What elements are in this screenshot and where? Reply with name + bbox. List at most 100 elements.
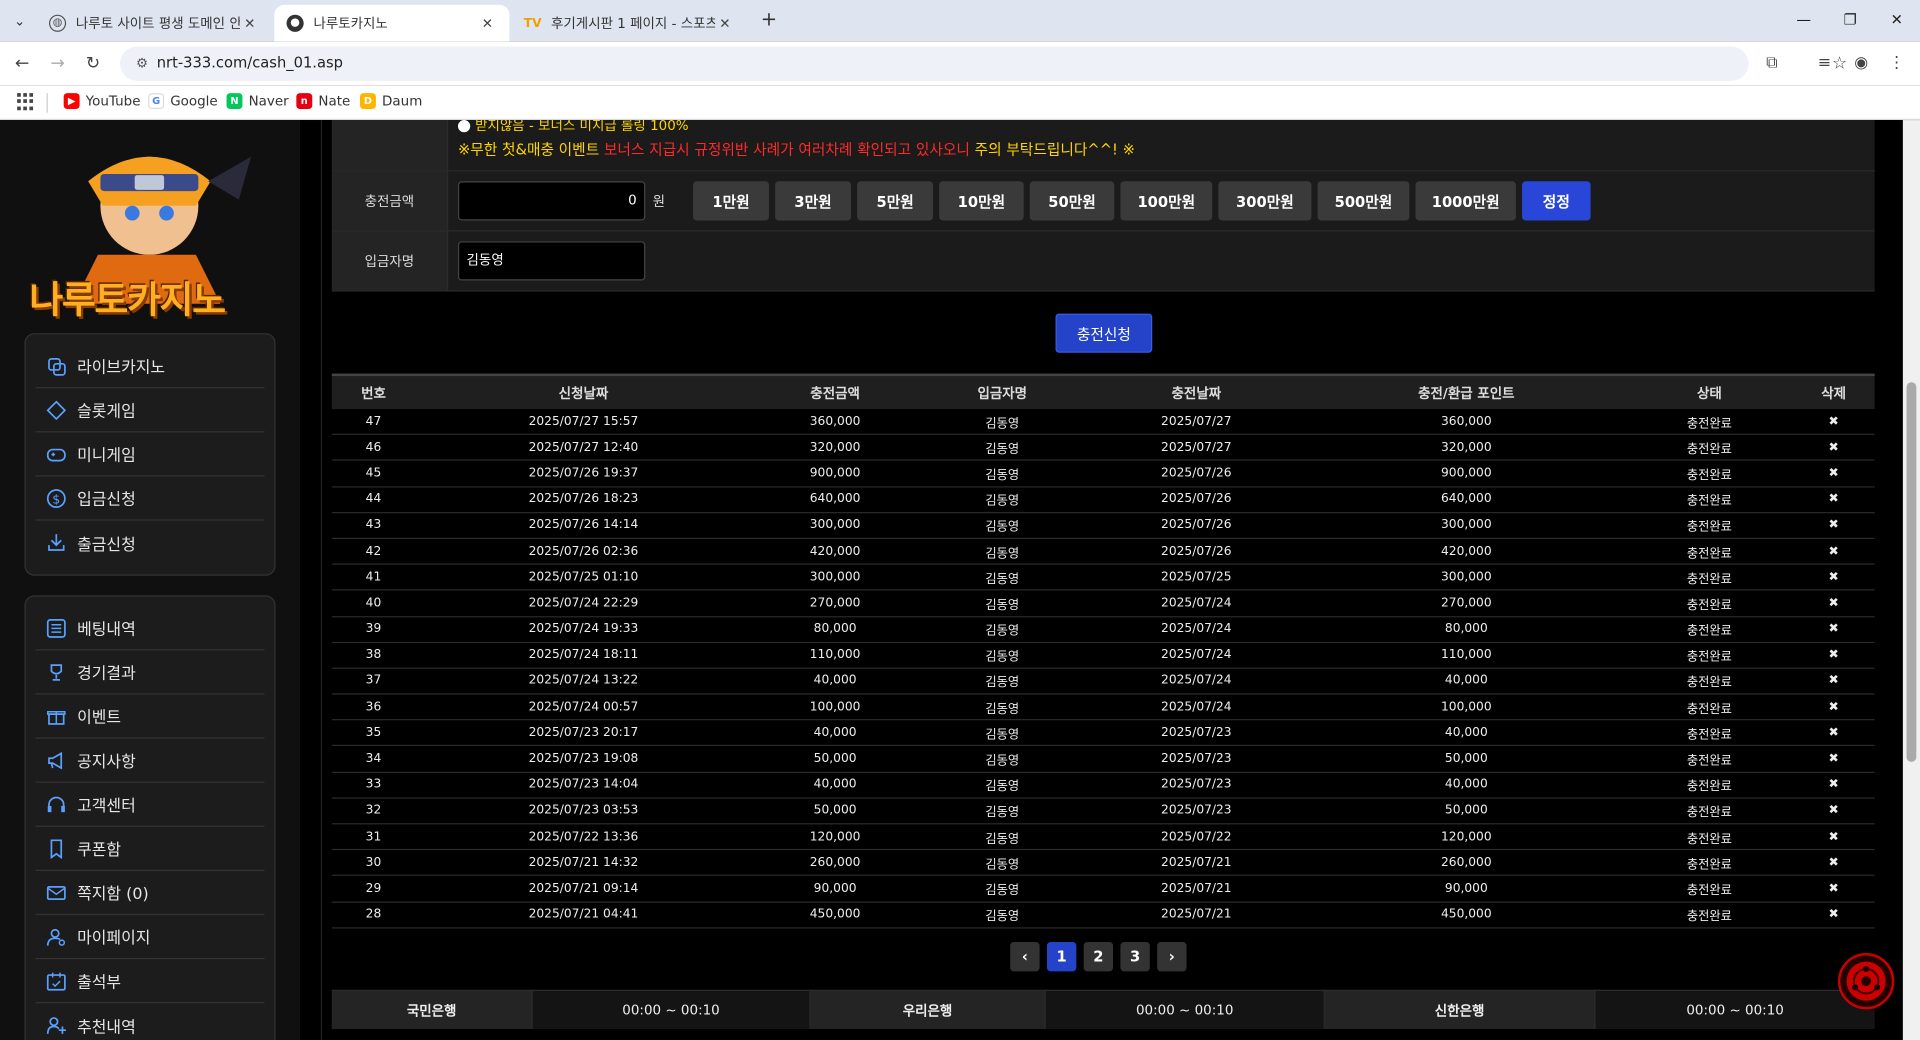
delete-x-icon[interactable]: ✖ bbox=[1793, 669, 1875, 694]
amount-button-30k[interactable]: 3만원 bbox=[775, 181, 852, 221]
amount-button-1m[interactable]: 100만원 bbox=[1120, 181, 1213, 221]
bookmark-daum[interactable]: D Daum bbox=[360, 93, 423, 110]
delete-x-icon[interactable]: ✖ bbox=[1793, 435, 1875, 460]
delete-x-icon[interactable]: ✖ bbox=[1793, 591, 1875, 616]
tab-search-icon[interactable]: ⌄ bbox=[7, 9, 31, 33]
menu-bet-history[interactable]: 베팅내역 bbox=[35, 606, 265, 651]
delete-x-icon[interactable]: ✖ bbox=[1793, 798, 1875, 823]
menu-attendance[interactable]: 출석부 bbox=[35, 959, 265, 1004]
close-tab-icon[interactable]: ✕ bbox=[478, 15, 498, 31]
menu-notices[interactable]: 공지사항 bbox=[35, 739, 265, 783]
forward-arrow-icon[interactable]: → bbox=[45, 51, 69, 75]
table-row: 37 2025/07/24 13:22 40,000 김동영 2025/07/24 40,… bbox=[331, 669, 1875, 695]
delete-x-icon[interactable]: ✖ bbox=[1793, 747, 1875, 772]
address-bar[interactable]: ⚙ nrt-333.com/cash_01.asp ☆ bbox=[120, 46, 1847, 81]
menu-live-casino[interactable]: 라이브카지노 bbox=[35, 344, 265, 389]
depositor-name-input[interactable]: 김동영 bbox=[457, 241, 646, 281]
user-cog-icon bbox=[45, 925, 67, 947]
notice-part-1: ※무한 첫&매충 이벤트 bbox=[457, 140, 604, 159]
bookmark-nate[interactable]: n Nate bbox=[296, 93, 350, 110]
menu-my-page[interactable]: 마이페이지 bbox=[35, 915, 265, 960]
table-cell: 2025/07/21 09:14 bbox=[528, 881, 639, 896]
prev-page-chevron-icon[interactable]: ‹ bbox=[1010, 942, 1040, 972]
profile-icon[interactable]: ◉ bbox=[1850, 53, 1872, 75]
delete-x-icon[interactable]: ✖ bbox=[1793, 539, 1875, 564]
media-control-icon[interactable]: ≡ bbox=[1813, 53, 1835, 75]
submit-charge-button[interactable]: 충전신청 bbox=[1055, 313, 1153, 353]
delete-x-icon[interactable]: ✖ bbox=[1793, 772, 1875, 797]
table-cell: 260,000 bbox=[1440, 855, 1492, 870]
menu-referrals[interactable]: 추천내역 bbox=[36, 1003, 265, 1040]
delete-x-icon[interactable]: ✖ bbox=[1793, 902, 1875, 927]
delete-x-icon[interactable]: ✖ bbox=[1793, 643, 1875, 668]
back-arrow-icon[interactable]: ← bbox=[10, 51, 34, 75]
menu-coupons[interactable]: 쿠폰함 bbox=[35, 827, 265, 871]
table-cell: 90,000 bbox=[1444, 881, 1488, 896]
amount-button-5m[interactable]: 500만원 bbox=[1317, 181, 1410, 221]
close-window-icon[interactable]: ✕ bbox=[1872, 7, 1920, 31]
site-logo[interactable]: 나루토카지노 bbox=[24, 132, 275, 322]
delete-x-icon[interactable]: ✖ bbox=[1793, 876, 1875, 901]
table-cell: 120,000 bbox=[1440, 830, 1492, 844]
delete-x-icon[interactable]: ✖ bbox=[1793, 513, 1875, 538]
delete-x-icon[interactable]: ✖ bbox=[1793, 461, 1875, 486]
bookmark-naver[interactable]: N Naver bbox=[226, 93, 289, 110]
amount-button-500k[interactable]: 50만원 bbox=[1029, 181, 1115, 221]
bookmark-youtube[interactable]: ▶ YouTube bbox=[63, 93, 141, 110]
close-tab-icon[interactable]: ✕ bbox=[240, 15, 260, 31]
table-cell: 34 bbox=[365, 752, 382, 766]
menu-messages[interactable]: 쪽지함 (0) bbox=[35, 871, 265, 916]
bookmark-label: Daum bbox=[382, 93, 423, 110]
delete-x-icon[interactable]: ✖ bbox=[1793, 721, 1875, 746]
menu-match-results[interactable]: 경기결과 bbox=[35, 650, 265, 695]
bookmark-label: YouTube bbox=[85, 93, 141, 110]
close-tab-icon[interactable]: ✕ bbox=[715, 15, 735, 31]
amount-button-100k[interactable]: 10만원 bbox=[939, 181, 1024, 221]
radio-button[interactable] bbox=[457, 120, 471, 133]
menu-deposit[interactable]: $ 입금신청 bbox=[35, 477, 265, 521]
next-page-chevron-icon[interactable]: › bbox=[1157, 942, 1187, 972]
tab-naruto-casino[interactable]: ● 나루토카지노 ✕ bbox=[274, 4, 510, 42]
sharingan-float-icon[interactable] bbox=[1837, 953, 1895, 1010]
amount-button-10m[interactable]: 1000만원 bbox=[1415, 181, 1516, 221]
download-icon bbox=[45, 532, 67, 554]
table-cell: 38 bbox=[365, 648, 382, 662]
reload-icon[interactable]: ↻ bbox=[81, 51, 105, 75]
delete-x-icon[interactable]: ✖ bbox=[1793, 824, 1875, 849]
delete-x-icon[interactable]: ✖ bbox=[1793, 695, 1875, 720]
amount-button-50k[interactable]: 5만원 bbox=[857, 181, 934, 221]
delete-x-icon[interactable]: ✖ bbox=[1793, 409, 1875, 434]
page-2[interactable]: 2 bbox=[1083, 942, 1114, 972]
page-scrollbar[interactable] bbox=[1902, 120, 1920, 1040]
delete-x-icon[interactable]: ✖ bbox=[1793, 565, 1875, 590]
minimize-icon[interactable]: — bbox=[1779, 7, 1828, 31]
menu-slot-games[interactable]: 슬롯게임 bbox=[35, 388, 265, 433]
extensions-icon[interactable]: ⧉ bbox=[1761, 53, 1783, 75]
delete-x-icon[interactable]: ✖ bbox=[1793, 617, 1875, 642]
site-info-icon[interactable]: ⚙ bbox=[132, 54, 152, 74]
menu-withdraw[interactable]: 출금신청 bbox=[36, 521, 265, 565]
menu-events[interactable]: 이벤트 bbox=[35, 695, 265, 739]
scrollbar-thumb[interactable] bbox=[1906, 382, 1917, 762]
bookmark-google[interactable]: G Google bbox=[148, 93, 218, 110]
table-cell: 2025/07/26 bbox=[1161, 492, 1232, 507]
delete-x-icon[interactable]: ✖ bbox=[1793, 487, 1875, 512]
apps-grid-icon[interactable] bbox=[17, 93, 34, 110]
tab-domain-notice[interactable]: ◍ 나루토 사이트 평생 도메인 안내 ✕ bbox=[37, 5, 272, 42]
new-tab-plus-icon[interactable]: + bbox=[757, 7, 781, 31]
menu-support[interactable]: 고객센터 bbox=[35, 783, 265, 827]
reset-amount-button[interactable]: 정정 bbox=[1522, 181, 1591, 221]
menu-mini-games[interactable]: 미니게임 bbox=[35, 432, 265, 477]
amount-input[interactable]: 0 bbox=[457, 181, 646, 221]
table-cell: 260,000 bbox=[809, 855, 861, 870]
menu-dots-icon[interactable]: ⋮ bbox=[1886, 53, 1908, 75]
table-cell: 충전완료 bbox=[1686, 521, 1732, 535]
amount-button-3m[interactable]: 300만원 bbox=[1218, 181, 1312, 221]
main-menu: 라이브카지노 슬롯게임 미니게임 $ 입금신청 출금신청 bbox=[24, 333, 276, 576]
page-1[interactable]: 1 bbox=[1046, 942, 1077, 972]
restore-icon[interactable]: ❐ bbox=[1826, 7, 1875, 31]
delete-x-icon[interactable]: ✖ bbox=[1793, 850, 1875, 875]
tab-review-board[interactable]: TV 후기게시판 1 페이지 - 스포츠 ✕ bbox=[512, 5, 747, 42]
page-3[interactable]: 3 bbox=[1120, 942, 1150, 972]
amount-button-10k[interactable]: 1만원 bbox=[693, 181, 769, 221]
